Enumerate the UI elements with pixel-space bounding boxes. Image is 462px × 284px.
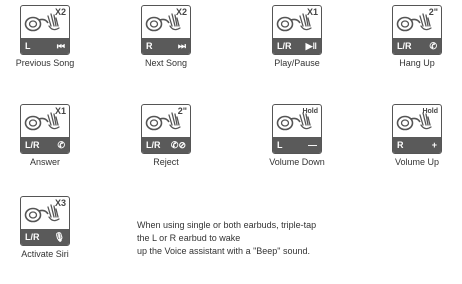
control-bar: L/R ✆ — [21, 137, 69, 153]
plus-icon: + — [431, 139, 437, 150]
microphone-icon: 🎙 — [53, 231, 65, 242]
gesture-tile: X3 L/R 🎙 — [20, 196, 70, 246]
tap-count-label: X1 — [54, 106, 66, 116]
note-line: up the Voice assistant with a "Beep" sou… — [137, 246, 310, 256]
voice-assistant-note: When using single or both earbuds, tripl… — [137, 219, 367, 258]
earbud-side-label: L/R — [25, 232, 40, 242]
gesture-item-volume-up: Hold R + Volume Up — [372, 104, 462, 167]
gesture-caption: Answer — [29, 157, 60, 167]
gesture-item-volume-down: Hold L — Volume Down — [252, 104, 342, 167]
earbud-side-label: R — [146, 41, 153, 51]
gesture-caption: Volume Up — [394, 157, 440, 167]
tap-count-label: X2 — [54, 7, 66, 17]
tap-count-label: 2" — [428, 7, 438, 17]
gesture-item-reject: 2" L/R ✆⊘ Reject — [121, 104, 211, 167]
control-bar: L/R 🎙 — [21, 229, 69, 245]
gesture-caption: Next Song — [144, 58, 188, 68]
earbud-side-label: L/R — [397, 41, 412, 51]
gesture-caption: Activate Siri — [21, 249, 69, 259]
gesture-tile: Hold L — — [272, 104, 322, 154]
next-track-icon: ⏭ — [177, 40, 186, 51]
note-line: the L or R earbud to wake — [137, 233, 241, 243]
tap-count-label: Hold — [422, 108, 438, 115]
gesture-item-answer: X1 L/R ✆ Answer — [0, 104, 90, 167]
gesture-item-previous-song: X2 L ⏮ Previous Song — [0, 5, 90, 68]
gesture-tile: X2 L ⏮ — [20, 5, 70, 55]
control-bar: R ⏭ — [142, 38, 190, 54]
previous-track-icon: ⏮ — [56, 40, 65, 51]
earbud-side-label: L — [25, 41, 31, 51]
hang-up-phone-icon: ✆ — [429, 40, 437, 51]
gesture-caption: Play/Pause — [274, 58, 320, 68]
gesture-caption: Hang Up — [399, 58, 435, 68]
reject-call-icon: ✆⊘ — [170, 139, 186, 150]
earbud-side-label: L — [277, 140, 283, 150]
gesture-item-hang-up: 2" L/R ✆ Hang Up — [372, 5, 462, 68]
control-bar: L/R ▶‖ — [273, 38, 321, 54]
control-bar: L/R ✆ — [393, 38, 441, 54]
gesture-tile: 2" L/R ✆ — [392, 5, 442, 55]
gesture-tile: X1 L/R ✆ — [20, 104, 70, 154]
tap-count-label: X1 — [306, 7, 318, 17]
gesture-caption: Volume Down — [269, 157, 325, 167]
gesture-tile: 2" L/R ✆⊘ — [141, 104, 191, 154]
gesture-caption: Reject — [153, 157, 179, 167]
control-bar: L/R ✆⊘ — [142, 137, 190, 153]
gesture-item-next-song: X2 R ⏭ Next Song — [121, 5, 211, 68]
answer-phone-icon: ✆ — [57, 139, 65, 150]
gesture-tile: X2 R ⏭ — [141, 5, 191, 55]
play-pause-icon: ▶‖ — [305, 40, 317, 51]
gesture-caption: Previous Song — [15, 58, 75, 68]
control-bar: R + — [393, 137, 441, 153]
control-bar: L ⏮ — [21, 38, 69, 54]
minus-icon: — — [308, 139, 317, 150]
tap-count-label: X3 — [54, 198, 66, 208]
earbud-side-label: L/R — [146, 140, 161, 150]
tap-count-label: 2" — [177, 106, 187, 116]
earbud-side-label: R — [397, 140, 404, 150]
control-bar: L — — [273, 137, 321, 153]
gesture-item-activate-siri: X3 L/R 🎙 Activate Siri — [0, 196, 90, 259]
note-line: When using single or both earbuds, tripl… — [137, 220, 317, 230]
gesture-tile: Hold R + — [392, 104, 442, 154]
tap-count-label: Hold — [302, 108, 318, 115]
gesture-item-play-pause: X1 L/R ▶‖ Play/Pause — [252, 5, 342, 68]
gesture-tile: X1 L/R ▶‖ — [272, 5, 322, 55]
tap-count-label: X2 — [175, 7, 187, 17]
earbud-side-label: L/R — [277, 41, 292, 51]
earbud-side-label: L/R — [25, 140, 40, 150]
